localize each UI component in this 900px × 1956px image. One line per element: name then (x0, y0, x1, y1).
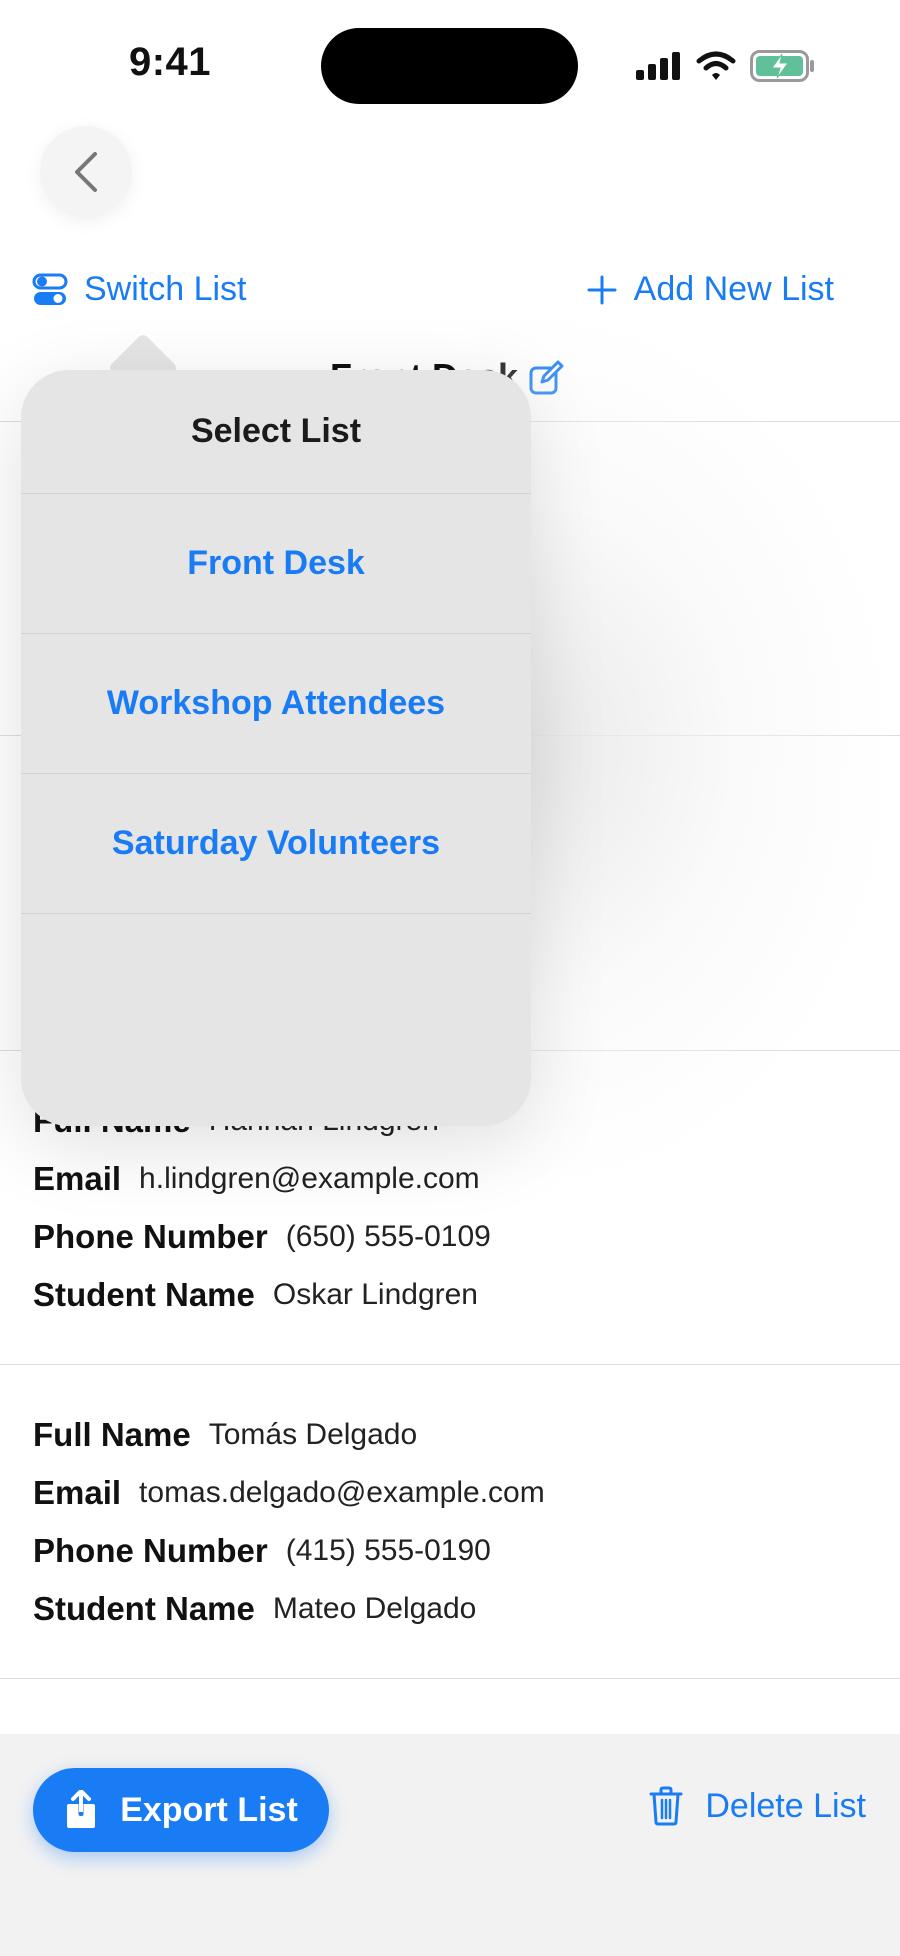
wifi-icon (696, 51, 736, 80)
select-list-popover: Select List Front Desk Workshop Attendee… (21, 370, 531, 1126)
popover-item-saturday-volunteers[interactable]: Saturday Volunteers (21, 774, 531, 914)
student-row: Student Name Oskar Lindgren (33, 1266, 873, 1324)
export-list-button[interactable]: Export List (33, 1768, 329, 1852)
phone-value: (650) 555-0109 (285, 1220, 491, 1253)
email-row: Email tomas.delgado@example.com (33, 1464, 873, 1522)
popover-title: Select List (21, 370, 531, 494)
student-label: Student Name (33, 1590, 255, 1627)
email-label: Email (33, 1474, 122, 1511)
list-item[interactable]: Full Name Tomás Delgado Email tomas.delg… (33, 1406, 873, 1638)
student-row: Student Name Mateo Delgado (33, 1580, 873, 1638)
student-value: Oskar Lindgren (272, 1278, 478, 1311)
phone-value: (415) 555-0190 (285, 1534, 491, 1567)
delete-list-label: Delete List (705, 1786, 866, 1825)
full-name-row: Full Name Tomás Delgado (33, 1406, 873, 1464)
popover-item-workshop-attendees[interactable]: Workshop Attendees (21, 634, 531, 774)
phone-row: Phone Number (650) 555-0109 (33, 1208, 873, 1266)
email-row: Email h.lindgren@example.com (33, 1150, 873, 1208)
add-new-list-button[interactable]: Add New List (586, 270, 834, 309)
status-bar: 9:41 (0, 0, 900, 120)
trash-icon (649, 1786, 683, 1826)
share-icon (67, 1790, 96, 1828)
delete-list-button[interactable]: Delete List (649, 1786, 866, 1826)
phone-label: Phone Number (33, 1532, 268, 1569)
popover-item-front-desk[interactable]: Front Desk (21, 494, 531, 634)
edit-list-title-icon[interactable] (528, 360, 564, 396)
add-new-list-label: Add New List (633, 270, 834, 308)
full-name-label: Full Name (33, 1416, 191, 1453)
student-label: Student Name (33, 1276, 255, 1313)
divider (0, 1364, 900, 1365)
background-dim (480, 300, 900, 1200)
switch-list-label: Switch List (84, 270, 247, 308)
email-value: h.lindgren@example.com (139, 1162, 480, 1195)
export-list-label: Export List (120, 1790, 298, 1829)
bottom-toolbar: Export List Delete List (0, 1734, 900, 1956)
toolbar: Switch List Add New List (0, 262, 900, 322)
cellular-signal-icon (636, 52, 680, 80)
dynamic-island (321, 28, 578, 104)
status-time: 9:41 (128, 40, 212, 84)
email-value: tomas.delgado@example.com (139, 1476, 545, 1509)
toggles-icon (32, 273, 68, 305)
battery-charging-icon (750, 50, 814, 82)
phone-row: Phone Number (415) 555-0190 (33, 1522, 873, 1580)
email-label: Email (33, 1160, 122, 1197)
full-name-value: Tomás Delgado (208, 1418, 418, 1451)
status-icons (636, 46, 816, 86)
chevron-left-icon (75, 152, 97, 192)
list-item[interactable]: Full Name Hannah Lindgren Email h.lindgr… (33, 1092, 873, 1324)
switch-list-button[interactable]: Switch List (32, 270, 247, 309)
phone-label: Phone Number (33, 1218, 268, 1255)
back-button[interactable] (40, 126, 132, 218)
plus-icon (587, 275, 617, 304)
student-value: Mateo Delgado (272, 1592, 477, 1625)
divider (0, 1678, 900, 1679)
